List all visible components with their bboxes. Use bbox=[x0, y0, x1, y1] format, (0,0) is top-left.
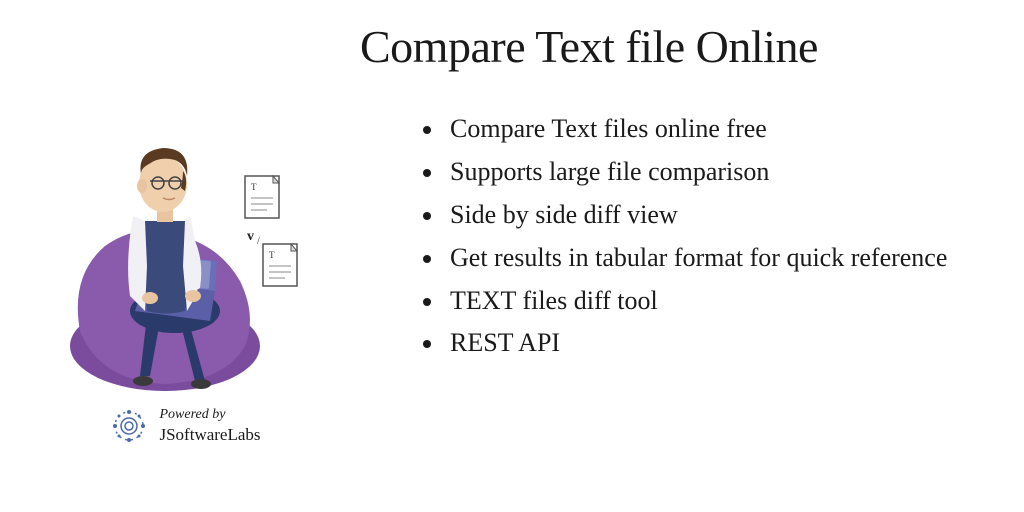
powered-by: Powered by JSoftwareLabs bbox=[109, 406, 260, 446]
feature-item: Get results in tabular format for quick … bbox=[445, 237, 984, 280]
illustration-person-laptop: T v / s T bbox=[45, 116, 325, 396]
powered-text: Powered by JSoftwareLabs bbox=[159, 406, 260, 446]
feature-list: Compare Text files online free Supports … bbox=[380, 108, 984, 365]
feature-item: REST API bbox=[445, 322, 984, 365]
feature-item: TEXT files diff tool bbox=[445, 280, 984, 323]
svg-text:/: / bbox=[257, 236, 260, 247]
feature-item: Compare Text files online free bbox=[445, 108, 984, 151]
feature-item: Side by side diff view bbox=[445, 194, 984, 237]
brand-name: JSoftwareLabs bbox=[159, 424, 260, 446]
svg-text:v: v bbox=[247, 229, 254, 244]
right-panel: Compare Text file Online Compare Text fi… bbox=[370, 0, 1024, 512]
svg-text:T: T bbox=[269, 250, 275, 260]
jsoftwarelabs-logo-icon bbox=[109, 406, 149, 446]
page-title: Compare Text file Online bbox=[360, 20, 984, 73]
svg-text:T: T bbox=[251, 182, 257, 192]
powered-by-label: Powered by bbox=[159, 406, 260, 424]
left-panel: T v / s T bbox=[0, 0, 370, 512]
page-container: T v / s T bbox=[0, 0, 1024, 512]
feature-item: Supports large file comparison bbox=[445, 151, 984, 194]
